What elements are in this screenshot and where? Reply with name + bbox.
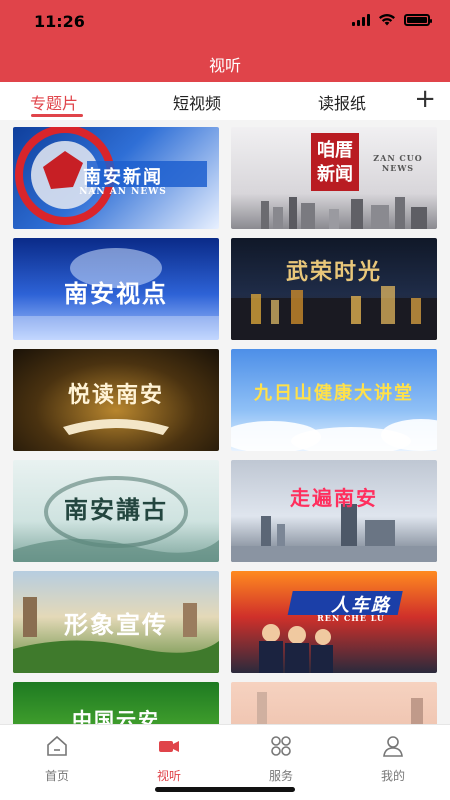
program-card[interactable] bbox=[231, 682, 437, 724]
tabbar-label: 服务 bbox=[268, 769, 293, 783]
card-title: 九日山健康大讲堂 bbox=[254, 383, 414, 404]
skyline-graphic bbox=[257, 692, 423, 724]
program-card[interactable]: 人车路 REN CHE LU bbox=[231, 571, 437, 673]
card-title: 咱厝新闻 bbox=[317, 140, 353, 185]
home-icon bbox=[47, 735, 67, 756]
wifi-icon bbox=[379, 14, 395, 26]
program-card[interactable]: 咱厝新闻 ZAN CUO NEWS bbox=[231, 127, 437, 229]
card-title: 南安视点 bbox=[64, 279, 168, 308]
video-icon bbox=[159, 741, 179, 752]
card-title: 中国云安 bbox=[72, 708, 160, 724]
program-card[interactable]: 南安新闻 NAN AN NEWS bbox=[13, 127, 219, 229]
card-title: 悦读南安 bbox=[67, 382, 164, 408]
status-icons bbox=[352, 14, 432, 26]
program-card[interactable]: 悦读南安 bbox=[13, 349, 219, 451]
status-time: 11:26 bbox=[34, 12, 85, 31]
category-tabs: 专题片 短视频 读报纸 + bbox=[0, 82, 450, 120]
tabbar-label: 视听 bbox=[156, 769, 181, 783]
grid-icon bbox=[271, 736, 291, 756]
tab-newspaper[interactable]: 读报纸 bbox=[318, 90, 366, 114]
signal-icon bbox=[352, 14, 370, 26]
cityscape-graphic bbox=[231, 504, 437, 562]
tabbar-label: 首页 bbox=[44, 769, 69, 783]
plus-icon[interactable]: + bbox=[414, 86, 436, 112]
tabbar-label: 我的 bbox=[380, 769, 405, 783]
card-title: 南安新闻 bbox=[83, 167, 163, 188]
card-subtitle: NAN AN NEWS bbox=[79, 187, 167, 197]
app-screen: 11:26 视听 专题片 短视频 读报纸 + 南安新闻 NAN AN NEWS … bbox=[0, 0, 450, 800]
user-icon bbox=[383, 736, 403, 757]
card-subtitle: REN CHE LU bbox=[317, 613, 385, 623]
battery-icon bbox=[404, 14, 432, 26]
tabbar-item-video[interactable]: 视听 bbox=[129, 735, 209, 784]
program-card[interactable]: 走遍南安 bbox=[231, 460, 437, 562]
header-bar: 11:26 视听 bbox=[0, 0, 450, 82]
card-subtitle: ZAN CUO NEWS bbox=[373, 153, 423, 173]
card-title: 走遍南安 bbox=[290, 486, 378, 510]
card-title: 武荣时光 bbox=[285, 259, 382, 285]
program-card[interactable]: 九日山健康大讲堂 bbox=[231, 349, 437, 451]
status-bar: 11:26 bbox=[0, 0, 450, 44]
card-title: 形象宣传 bbox=[64, 610, 168, 639]
tabbar-item-services[interactable]: 服务 bbox=[241, 735, 321, 784]
tab-topics[interactable]: 专题片 bbox=[30, 90, 78, 114]
program-card[interactable]: 南安講古 bbox=[13, 460, 219, 562]
program-grid: 南安新闻 NAN AN NEWS 咱厝新闻 ZAN CUO NEWS 南安视点 … bbox=[0, 120, 450, 724]
tabbar-item-home[interactable]: 首页 bbox=[17, 735, 97, 784]
home-indicator bbox=[155, 787, 295, 792]
tabbar-item-profile[interactable]: 我的 bbox=[353, 735, 433, 784]
program-card[interactable]: 形象宣传 bbox=[13, 571, 219, 673]
program-card[interactable]: 南安视点 bbox=[13, 238, 219, 340]
tab-short-video[interactable]: 短视频 bbox=[173, 90, 221, 114]
program-card[interactable]: 中国云安 bbox=[13, 682, 219, 724]
page-title: 视听 bbox=[208, 56, 241, 75]
card-title: 南安講古 bbox=[64, 495, 168, 524]
program-card[interactable]: 武荣时光 bbox=[231, 238, 437, 340]
active-tab-indicator bbox=[31, 114, 83, 117]
